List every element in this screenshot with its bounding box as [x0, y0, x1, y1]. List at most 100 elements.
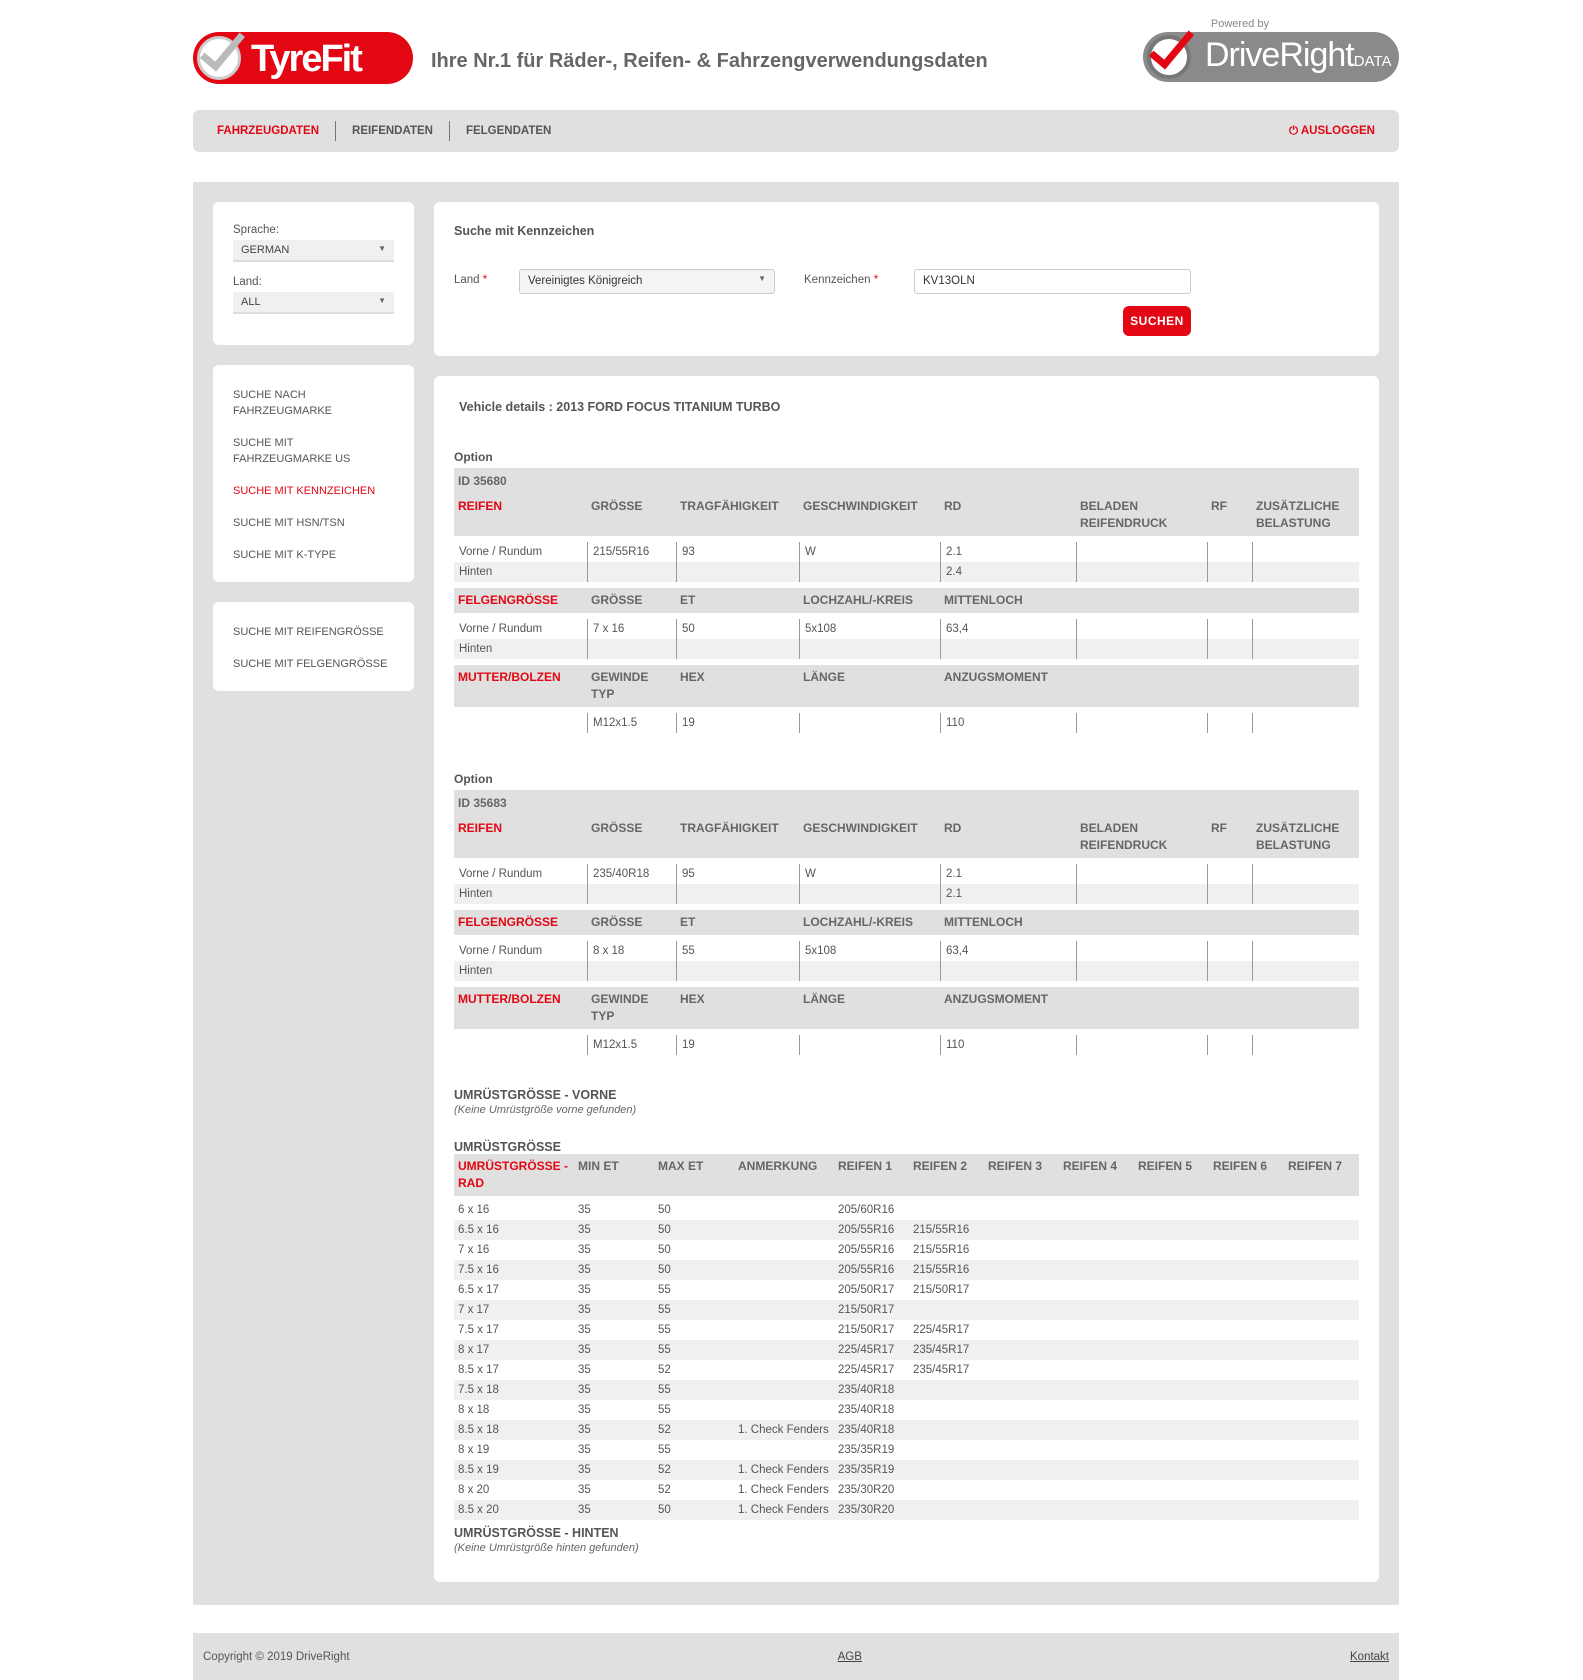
table-cell: 55 — [658, 1304, 671, 1316]
column-header: MITTENLOCH — [944, 593, 1023, 607]
country-label: Land: — [233, 276, 262, 288]
table-cell: 7 x 16 — [587, 619, 676, 639]
table-cell — [1076, 639, 1207, 659]
tagline: Ihre Nr.1 für Räder-, Reifen- & Fahrzeng… — [431, 50, 988, 72]
land-select[interactable]: Vereinigtes Königreich — [519, 269, 775, 294]
menu-fahrzeugmarke[interactable]: SUCHE NACH FAHRZEUGMARKE — [233, 387, 343, 419]
column-header: REIFEN 3 — [988, 1159, 1043, 1173]
table-row: 7.5 x 16 35 50 205/55R16 215/55R16 — [454, 1260, 1359, 1280]
nav-fahrzeugdaten[interactable]: FAHRZEUGDATEN — [217, 121, 337, 141]
menu-reifengroesse[interactable]: SUCHE MIT REIFENGRÖSSE — [233, 624, 394, 640]
table-cell: 225/45R17 — [913, 1324, 970, 1336]
required-marker: * — [482, 274, 488, 286]
table-cell: 35 — [578, 1224, 591, 1236]
column-header: REIFEN 5 — [1138, 1159, 1193, 1173]
contact-link[interactable]: Kontakt — [1350, 1651, 1389, 1663]
table-cell — [1207, 864, 1252, 884]
table-cell: 7.5 x 16 — [458, 1264, 499, 1276]
table-cell: 55 — [658, 1384, 671, 1396]
table-cell: 215/50R17 — [913, 1284, 970, 1296]
table-row: 7 x 17 35 55 215/50R17 — [454, 1300, 1359, 1320]
table-cell — [940, 961, 1076, 981]
rim-header: FELGENGRÖSSE GRÖSSE ET LOCHZAHL/-KREIS MITTE… — [454, 910, 1359, 935]
table-cell — [1252, 864, 1359, 884]
menu-k-type[interactable]: SUCHE MIT K-TYPE — [233, 547, 394, 563]
table-cell: M12x1.5 — [587, 713, 676, 733]
partner-suffix: DATA — [1353, 53, 1392, 70]
table-row: 8.5 x 20 35 50 1. Check Fenders 235/30R20 — [454, 1500, 1359, 1520]
column-header: TRAGFÄHIGKEIT — [680, 821, 779, 835]
table-cell: 8.5 x 20 — [458, 1504, 499, 1516]
table-cell: 35 — [578, 1364, 591, 1376]
option-id: ID 35683 — [454, 790, 1359, 816]
column-header: MAX ET — [658, 1159, 704, 1173]
table-row: Vorne / Rundum 8 x 18 55 5x108 63,4 — [454, 941, 1359, 961]
table-cell — [734, 1280, 834, 1300]
upgrade-header: UMRÜSTGRÖSSE - RAD MIN ET MAX ET ANMERKUNG R… — [454, 1154, 1359, 1196]
table-cell: 110 — [940, 713, 1076, 733]
table-cell — [1207, 639, 1252, 659]
logout-button[interactable]: ⏻ AUSLOGGEN — [1289, 125, 1375, 138]
table-cell — [1207, 562, 1252, 582]
table-row: Hinten — [454, 639, 1359, 659]
table-cell: Hinten — [459, 965, 493, 977]
table-cell: 35 — [578, 1444, 591, 1456]
vehicle-title: Vehicle details : 2013 FORD FOCUS TITANI… — [459, 400, 781, 414]
upgrade-table: UMRÜSTGRÖSSE - RAD MIN ET MAX ET ANMERKUNG R… — [454, 1154, 1359, 1520]
tyres-rows: Vorne / Rundum 235/40R18 95 W 2.1 Hinten 2.1 — [454, 858, 1359, 910]
plate-input[interactable]: KV13OLN — [914, 269, 1191, 294]
column-header: REIFEN — [458, 821, 503, 835]
table-cell — [587, 639, 676, 659]
table-cell — [1207, 542, 1252, 562]
table-cell — [799, 1035, 940, 1055]
menu-hsn-tsn[interactable]: SUCHE MIT HSN/TSN — [233, 515, 394, 531]
country-select[interactable]: ALL — [233, 292, 394, 314]
agb-link[interactable]: AGB — [838, 1651, 862, 1663]
table-cell — [1076, 619, 1207, 639]
table-cell: M12x1.5 — [587, 1035, 676, 1055]
table-cell: 50 — [658, 1244, 671, 1256]
table-cell — [1252, 713, 1359, 733]
table-cell: 8 x 19 — [458, 1444, 490, 1456]
table-cell: 8.5 x 19 — [458, 1464, 499, 1476]
table-row: 8 x 17 35 55 225/45R17 235/45R17 — [454, 1340, 1359, 1360]
table-cell: 95 — [676, 864, 799, 884]
column-header: RD — [944, 499, 962, 513]
powered-by: Powered by — [1210, 18, 1269, 30]
table-cell: Hinten — [459, 566, 493, 578]
table-cell: 235/40R18 — [587, 864, 676, 884]
search-panel: Suche mit Kennzeichen Land * Vereinigtes… — [434, 202, 1379, 356]
table-row: 8.5 x 18 35 52 1. Check Fenders 235/40R18 — [454, 1420, 1359, 1440]
table-cell — [1076, 884, 1207, 904]
table-cell — [1252, 961, 1359, 981]
nav-reifendaten[interactable]: REIFENDATEN — [336, 121, 450, 141]
table-cell: 1. Check Fenders — [738, 1424, 829, 1436]
table-cell: 5x108 — [799, 941, 940, 961]
column-header: BELADEN REIFENDRUCK — [1080, 499, 1168, 530]
column-header: MIN ET — [578, 1159, 619, 1173]
table-row: 8 x 19 35 55 235/35R19 — [454, 1440, 1359, 1460]
column-header: TRAGFÄHIGKEIT — [680, 499, 779, 513]
menu-fahrzeugmarke-us[interactable]: SUCHE MIT FAHRZEUGMARKE US — [233, 435, 363, 467]
tyrefit-logo[interactable]: TyreFit 5.0 — [193, 32, 413, 123]
table-cell — [799, 961, 940, 981]
search-title: Suche mit Kennzeichen — [454, 224, 595, 238]
table-cell — [676, 961, 799, 981]
column-header: FELGENGRÖSSE — [458, 593, 559, 607]
table-cell: W — [799, 542, 940, 562]
column-header: LOCHZAHL/-KREIS — [803, 593, 913, 607]
menu-felgengroesse[interactable]: SUCHE MIT FELGENGRÖSSE — [233, 656, 394, 672]
nav-felgendaten[interactable]: FELGENDATEN — [450, 121, 567, 141]
table-row: Vorne / Rundum 7 x 16 50 5x108 63,4 — [454, 619, 1359, 639]
table-row: 7.5 x 18 35 55 235/40R18 — [454, 1380, 1359, 1400]
table-cell: 35 — [578, 1264, 591, 1276]
table-cell: 215/50R17 — [838, 1304, 895, 1316]
table-cell — [1207, 941, 1252, 961]
search-button[interactable]: SUCHEN — [1123, 306, 1191, 336]
language-select[interactable]: GERMAN — [233, 240, 394, 262]
table-cell: 8.5 x 18 — [458, 1424, 499, 1436]
table-cell — [676, 639, 799, 659]
table-cell: 1. Check Fenders — [738, 1484, 829, 1496]
table-cell — [799, 884, 940, 904]
menu-kennzeichen[interactable]: SUCHE MIT KENNZEICHEN — [233, 483, 394, 499]
